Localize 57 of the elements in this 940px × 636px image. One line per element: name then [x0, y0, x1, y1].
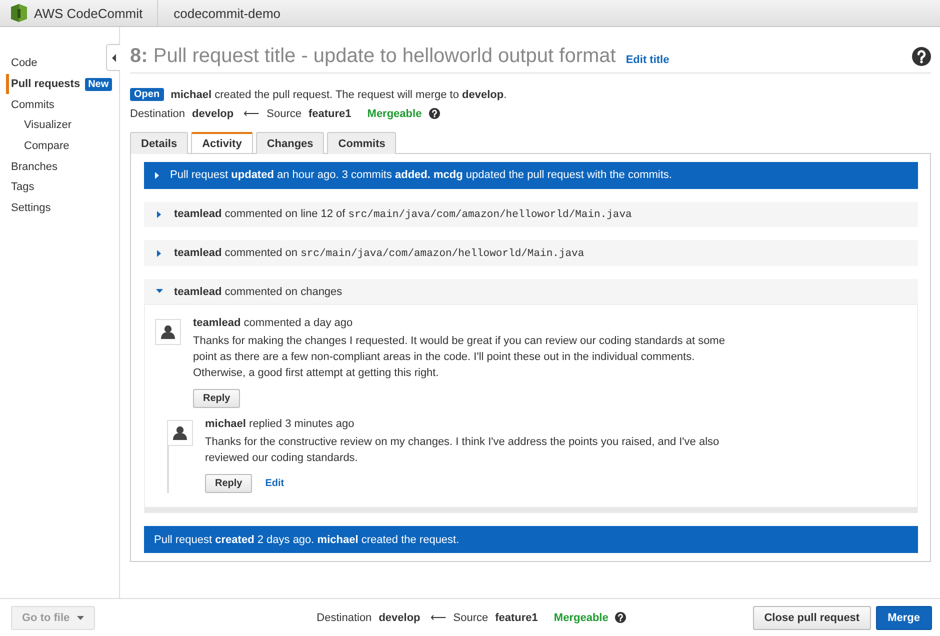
- source-branch: feature1: [495, 612, 538, 624]
- sidebar-item[interactable]: Code: [6, 53, 38, 74]
- destination-label: Destination: [316, 612, 372, 624]
- source-label: Source: [453, 612, 488, 624]
- arrow-symbol: ⟵: [430, 611, 446, 624]
- repository-name: codecommit-demo: [172, 6, 281, 20]
- caret-down-icon: [76, 616, 84, 620]
- destination-branch: develop: [192, 108, 234, 120]
- sidebar-item[interactable]: Tags: [6, 177, 34, 198]
- open-badge: Open: [130, 88, 164, 101]
- edit-title-link[interactable]: Edit title: [626, 54, 670, 66]
- comment-summary: teamlead commented on changes: [174, 286, 342, 298]
- help-icon: [912, 47, 931, 66]
- event-text: Pull request updated an hour ago. 3 commits added. mcdg updated the pull request with the commits.: [170, 169, 672, 182]
- comment-heading: teamlead commented a day ago: [193, 317, 354, 330]
- tab[interactable]: Activity: [191, 132, 253, 153]
- event-text: Pull request created 2 days ago. michael created the request.: [154, 534, 460, 546]
- tab[interactable]: Changes: [256, 132, 324, 154]
- comment-summary: teamlead commented on line 12 of src/main/java/com/amazon/helloworld/Main.java: [174, 208, 632, 221]
- caret-left-icon: [112, 54, 116, 62]
- cube-logo-icon: [10, 3, 28, 23]
- reply-button[interactable]: Reply: [205, 474, 252, 494]
- sidebar-item[interactable]: Settings: [6, 198, 51, 218]
- sidebar-item[interactable]: Compare: [6, 136, 70, 156]
- comment-summary-row[interactable]: teamlead commented on src/main/java/com/amazon/helloworld/Main.java: [144, 240, 918, 266]
- help-icon: [615, 612, 626, 623]
- tab[interactable]: Details: [130, 132, 188, 154]
- collapse-button[interactable]: [106, 44, 120, 71]
- comment-text: Thanks for making the changes I requested. It would be great if you can review our coding standards at some point as there are a few non-compliant areas in the code. I'll point these out in the individual comments. Otherwise, a good first attempt at getting this right.: [193, 334, 726, 382]
- comment-heading: michael replied 3 minutes ago: [205, 418, 356, 430]
- close-button[interactable]: Close pull request: [753, 606, 871, 630]
- sidebar-item[interactable]: Branches: [6, 156, 58, 178]
- source-label: Source: [266, 108, 302, 120]
- merge-status: Mergeable: [554, 612, 608, 624]
- destination-label: Destination: [130, 108, 186, 120]
- merge-status: Mergeable: [367, 108, 422, 120]
- comment-summary-row[interactable]: teamlead commented on changes: [144, 278, 918, 304]
- comment-summary: teamlead commented on src/main/java/com/amazon/helloworld/Main.java: [174, 246, 584, 260]
- person-icon: [161, 325, 175, 340]
- comment-text: Thanks for the constructive review on my changes. I think I've address the points you raised, and I've also reviewed our coding standards.: [205, 435, 720, 466]
- arrow-symbol: ⟵: [244, 107, 260, 120]
- sidebar-item[interactable]: Commits: [6, 94, 54, 116]
- merge-button[interactable]: Merge: [876, 606, 932, 630]
- source-branch: feature1: [308, 108, 352, 120]
- comment-summary-row[interactable]: teamlead commented on line 12 of src/main/java/com/amazon/helloworld/Main.java: [144, 202, 918, 228]
- tab[interactable]: Commits: [327, 132, 396, 154]
- reply-button[interactable]: Reply: [193, 389, 240, 408]
- sidebar-item[interactable]: Visualizer: [6, 115, 72, 136]
- product-name: AWS CodeCommit: [34, 6, 143, 20]
- edit-link[interactable]: Edit: [265, 478, 284, 490]
- person-icon: [173, 426, 187, 440]
- destination-branch: develop: [378, 612, 420, 624]
- pull-request-summary: michael created the pull request. The request will merge to develop.: [170, 88, 507, 100]
- sidebar-item[interactable]: Pull requests New: [6, 74, 112, 94]
- new-badge: New: [85, 78, 112, 91]
- pull-request-title: 8: Pull request title - update to helloworld output format: [130, 45, 616, 68]
- help-icon: [428, 108, 440, 119]
